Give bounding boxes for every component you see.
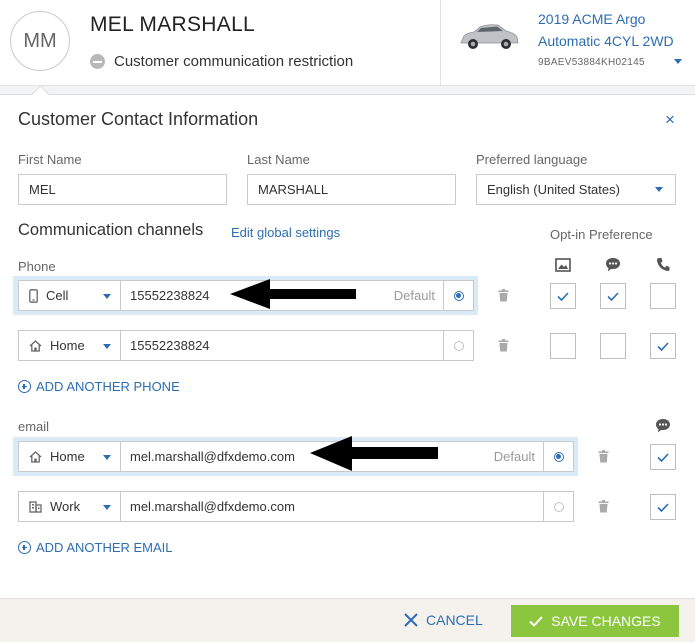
optin-title: Opt-in Preference bbox=[550, 227, 653, 242]
cancel-label: CANCEL bbox=[426, 612, 483, 628]
check-icon bbox=[607, 291, 619, 301]
first-name-label: First Name bbox=[18, 152, 82, 167]
image-icon bbox=[555, 258, 571, 272]
home-icon bbox=[29, 339, 42, 352]
media-optin-checkbox[interactable] bbox=[550, 333, 576, 359]
check-icon bbox=[657, 341, 669, 351]
chevron-down-icon bbox=[655, 187, 663, 192]
trash-icon[interactable] bbox=[598, 450, 609, 463]
cancel-button[interactable]: CANCEL bbox=[404, 612, 483, 628]
close-icon[interactable]: × bbox=[665, 111, 675, 128]
last-name-field[interactable]: MARSHALL bbox=[247, 174, 456, 205]
avatar-initials: MM bbox=[23, 29, 57, 52]
phone-type-label: Cell bbox=[46, 288, 69, 303]
check-icon bbox=[529, 615, 544, 627]
trash-icon[interactable] bbox=[498, 289, 509, 302]
home-icon bbox=[29, 450, 42, 463]
avatar: MM bbox=[10, 11, 70, 71]
mobile-icon bbox=[29, 288, 38, 303]
phone-type-label: Home bbox=[50, 338, 85, 353]
phone-number-field[interactable]: 15552238824 bbox=[121, 338, 435, 353]
contact-info-dialog: Customer Contact Information × First Nam… bbox=[0, 85, 695, 642]
arrow-icon bbox=[230, 279, 356, 309]
default-label: Default bbox=[393, 288, 435, 303]
add-email-link[interactable]: ADD ANOTHER EMAIL bbox=[18, 540, 173, 555]
dialog-title: Customer Contact Information bbox=[18, 109, 259, 129]
car-icon bbox=[460, 24, 519, 49]
vehicle-vin: 9BAEV53884KH02145 bbox=[538, 57, 645, 68]
arrow-icon bbox=[310, 436, 438, 471]
language-value: English (United States) bbox=[487, 182, 620, 197]
radio-empty-icon bbox=[453, 340, 464, 351]
edit-global-settings-link[interactable]: Edit global settings bbox=[231, 225, 340, 240]
chat-icon bbox=[656, 419, 670, 433]
email-type-label: Home bbox=[50, 449, 85, 464]
radio-selected-icon bbox=[453, 290, 464, 301]
language-select[interactable]: English (United States) bbox=[476, 174, 676, 205]
email-row: Work mel.marshall@dfxdemo.com bbox=[18, 491, 574, 522]
chevron-down-icon bbox=[103, 505, 111, 510]
first-name-field[interactable]: MEL bbox=[18, 174, 227, 205]
phone-row: Home 15552238824 bbox=[18, 330, 474, 361]
phone-type-select[interactable]: Home bbox=[19, 331, 121, 360]
default-radio[interactable] bbox=[443, 331, 473, 360]
trash-icon[interactable] bbox=[498, 339, 509, 352]
trash-icon[interactable] bbox=[598, 500, 609, 513]
building-icon bbox=[29, 500, 42, 513]
header-divider bbox=[440, 0, 441, 85]
customer-header: MM MEL MARSHALL Customer communication r… bbox=[0, 0, 695, 86]
radio-empty-icon bbox=[553, 501, 564, 512]
phone-label: Phone bbox=[18, 259, 56, 274]
channels-title: Communication channels bbox=[18, 221, 204, 239]
chevron-down-icon bbox=[103, 294, 111, 299]
default-radio[interactable] bbox=[543, 492, 573, 521]
save-label: SAVE CHANGES bbox=[551, 613, 661, 629]
media-optin-checkbox[interactable] bbox=[550, 283, 576, 309]
first-name-value: MEL bbox=[29, 182, 56, 197]
save-changes-button[interactable]: SAVE CHANGES bbox=[511, 605, 679, 637]
phone-icon bbox=[657, 258, 670, 271]
check-icon bbox=[657, 452, 669, 462]
vehicle-trim[interactable]: Automatic 4CYL 2WD bbox=[538, 33, 674, 49]
email-row: Home mel.marshall@dfxdemo.com Default bbox=[18, 441, 574, 472]
email-label: email bbox=[18, 419, 50, 434]
text-optin-checkbox[interactable] bbox=[600, 333, 626, 359]
plus-circle-icon bbox=[18, 380, 31, 393]
email-optin-checkbox[interactable] bbox=[650, 494, 676, 520]
email-optin-checkbox[interactable] bbox=[650, 444, 676, 470]
communication-restriction: Customer communication restriction bbox=[90, 53, 353, 70]
chat-icon bbox=[606, 258, 620, 272]
check-icon bbox=[557, 291, 569, 301]
phone-type-select[interactable]: Cell bbox=[19, 281, 121, 310]
chevron-down-icon bbox=[103, 455, 111, 460]
vehicle-model[interactable]: 2019 ACME Argo bbox=[538, 11, 645, 27]
email-type-label: Work bbox=[50, 499, 81, 514]
call-optin-checkbox[interactable] bbox=[650, 333, 676, 359]
default-label: Default bbox=[493, 449, 535, 464]
last-name-value: MARSHALL bbox=[258, 182, 329, 197]
minus-circle-icon bbox=[90, 54, 105, 69]
dialog-pointer bbox=[31, 85, 50, 104]
radio-selected-icon bbox=[553, 451, 564, 462]
add-phone-label: ADD ANOTHER PHONE bbox=[36, 379, 180, 394]
email-address-field[interactable]: mel.marshall@dfxdemo.com bbox=[121, 499, 535, 514]
email-type-select[interactable]: Home bbox=[19, 442, 121, 471]
customer-name: MEL MARSHALL bbox=[90, 13, 256, 36]
add-phone-link[interactable]: ADD ANOTHER PHONE bbox=[18, 379, 180, 394]
call-optin-checkbox[interactable] bbox=[650, 283, 676, 309]
chevron-down-icon[interactable] bbox=[674, 59, 682, 64]
check-icon bbox=[657, 502, 669, 512]
close-icon bbox=[404, 613, 418, 627]
text-optin-checkbox[interactable] bbox=[600, 283, 626, 309]
add-email-label: ADD ANOTHER EMAIL bbox=[36, 540, 173, 555]
chevron-down-icon bbox=[103, 344, 111, 349]
email-type-select[interactable]: Work bbox=[19, 492, 121, 521]
language-label: Preferred language bbox=[476, 152, 588, 167]
last-name-label: Last Name bbox=[247, 152, 310, 167]
restriction-text: Customer communication restriction bbox=[114, 53, 354, 70]
default-radio[interactable] bbox=[543, 442, 573, 471]
default-radio[interactable] bbox=[443, 281, 473, 310]
plus-circle-icon bbox=[18, 541, 31, 554]
